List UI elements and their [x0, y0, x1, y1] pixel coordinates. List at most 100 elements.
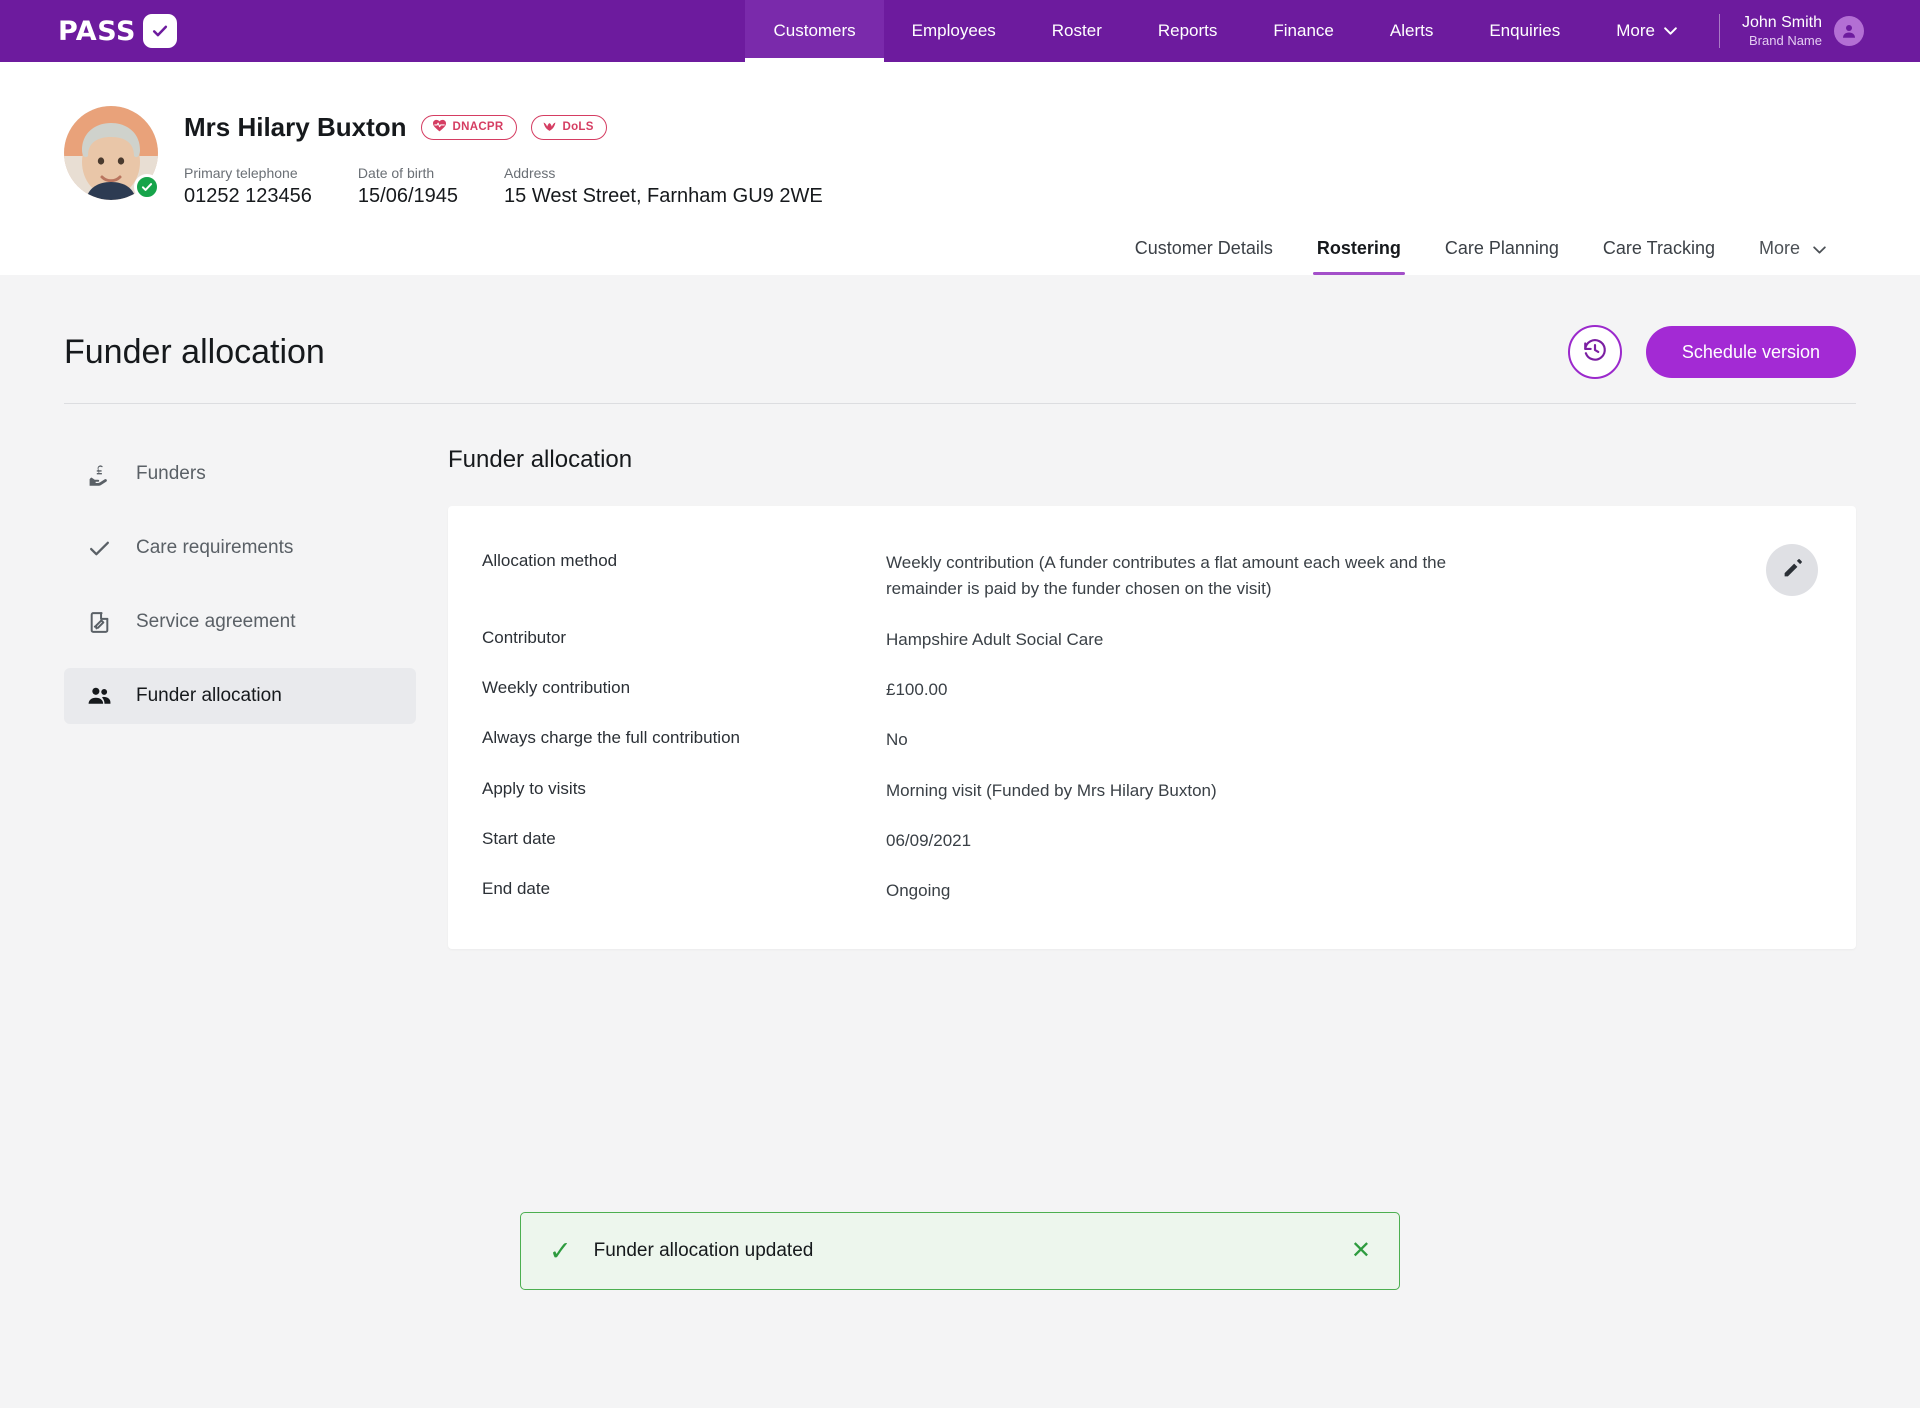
- check-icon: ✓: [549, 1235, 572, 1266]
- detail-label: Start date: [482, 829, 556, 849]
- nav-item-label: Employees: [911, 21, 996, 40]
- nav-item-label: Alerts: [1389, 21, 1434, 40]
- pencil-icon: [1782, 558, 1803, 582]
- detail-value: £100.00: [886, 680, 948, 700]
- content-area: Funders Care requirements Service agreem…: [64, 404, 1856, 949]
- page-header: Funder allocation Schedule version: [64, 275, 1856, 404]
- sidebar-item-service-agreement[interactable]: Service agreement: [64, 594, 416, 650]
- detail-value: 06/09/2021: [886, 831, 972, 851]
- tab-label: More: [1758, 238, 1800, 258]
- nav-item-label: Roster: [1051, 21, 1102, 40]
- close-icon[interactable]: ✕: [1351, 1239, 1371, 1263]
- detail-label: Weekly contribution: [482, 678, 631, 698]
- customer-header: Mrs Hilary Buxton DNACPR DoLS Primary te: [0, 62, 1920, 275]
- sidebar-item-label: Funders: [136, 463, 206, 484]
- tab-customer-details[interactable]: Customer Details: [1113, 226, 1295, 275]
- nav-item-more[interactable]: More: [1588, 0, 1705, 62]
- customer-info: Mrs Hilary Buxton DNACPR DoLS Primary te: [184, 106, 823, 208]
- user-avatar-icon: [1834, 16, 1864, 46]
- chevron-down-icon: [1664, 24, 1677, 38]
- detail-label: Contributor: [482, 627, 567, 647]
- tab-label: Care Tracking: [1602, 238, 1715, 258]
- sidebar-item-label: Service agreement: [136, 611, 296, 632]
- status-badge-label: DoLS: [562, 121, 594, 133]
- page-body: Funder allocation Schedule version Funde…: [0, 275, 1920, 949]
- meta-label: Primary telephone: [184, 165, 298, 181]
- edit-button[interactable]: [1766, 544, 1818, 596]
- status-badge-label: DNACPR: [452, 121, 504, 133]
- detail-value: Hampshire Adult Social Care: [886, 629, 1104, 649]
- toast-message: Funder allocation updated: [593, 1240, 814, 1261]
- toast-container: ✓ Funder allocation updated ✕: [0, 1212, 1920, 1290]
- customer-meta-row: Primary telephone 01252 123456 Date of b…: [184, 165, 823, 208]
- detail-label: End date: [482, 879, 551, 899]
- nav-item-customers[interactable]: Customers: [745, 0, 884, 62]
- detail-value: Weekly contribution (A funder contribute…: [886, 553, 1447, 599]
- page-title: Mrs Hilary Buxton: [184, 112, 407, 142]
- detail-label: Always charge the full contribution: [482, 728, 740, 748]
- detail-row-contributor: Contributor Hampshire Adult Social Care: [448, 627, 1856, 653]
- nav-item-employees[interactable]: Employees: [884, 0, 1024, 62]
- main-panel: Funder allocation Allocation method Week…: [448, 446, 1856, 949]
- sidebar-item-label: Care requirements: [136, 537, 294, 558]
- meta-primary-telephone: Primary telephone 01252 123456: [184, 165, 312, 208]
- detail-label: Allocation method: [482, 551, 618, 570]
- tab-label: Customer Details: [1134, 238, 1273, 258]
- history-button[interactable]: [1567, 325, 1622, 379]
- page-actions: Schedule version: [1567, 325, 1856, 379]
- success-toast: ✓ Funder allocation updated ✕: [520, 1212, 1400, 1290]
- detail-value: Morning visit (Funded by Mrs Hilary Buxt…: [886, 780, 1217, 800]
- tab-rostering[interactable]: Rostering: [1295, 226, 1423, 275]
- check-icon: [142, 14, 177, 48]
- sidebar-item-care-requirements[interactable]: Care requirements: [64, 520, 416, 576]
- user-brand-name: Brand Name: [1749, 32, 1822, 48]
- customer-tab-bar: Customer Details Rostering Care Planning…: [64, 226, 1856, 275]
- history-clock-icon: [1582, 337, 1608, 368]
- sidebar-item-funders[interactable]: Funders: [64, 446, 416, 502]
- document-edit-icon: [86, 609, 112, 635]
- nav-item-roster[interactable]: Roster: [1024, 0, 1130, 62]
- nav-item-list: Customers Employees Roster Reports Finan…: [745, 0, 1704, 62]
- nav-item-alerts[interactable]: Alerts: [1362, 0, 1461, 62]
- section-sidebar: Funders Care requirements Service agreem…: [64, 446, 416, 949]
- tab-label: Care Planning: [1444, 238, 1559, 258]
- pound-hand-icon: [86, 461, 112, 487]
- people-icon: [86, 683, 112, 709]
- nav-item-reports[interactable]: Reports: [1130, 0, 1246, 62]
- meta-value: 15 West Street, Farnham GU9 2WE: [504, 185, 823, 207]
- nav-item-enquiries[interactable]: Enquiries: [1461, 0, 1588, 62]
- detail-label: Apply to visits: [482, 778, 586, 798]
- card-heading: Funder allocation: [448, 446, 633, 473]
- app-logo[interactable]: PASS: [0, 0, 197, 62]
- tab-more[interactable]: More: [1737, 226, 1848, 275]
- detail-value: Ongoing: [886, 881, 951, 901]
- nav-item-label: Enquiries: [1489, 21, 1561, 40]
- sidebar-item-funder-allocation[interactable]: Funder allocation: [64, 668, 416, 724]
- nav-item-finance[interactable]: Finance: [1245, 0, 1361, 62]
- tab-label: Rostering: [1316, 238, 1401, 258]
- check-icon: [86, 535, 112, 561]
- status-badge-dols[interactable]: DoLS: [530, 115, 607, 140]
- detail-value: No: [886, 730, 908, 750]
- nav-item-label: More: [1616, 21, 1655, 40]
- meta-value: 01252 123456: [184, 185, 312, 207]
- detail-row-start-date: Start date 06/09/2021: [448, 828, 1856, 854]
- schedule-version-button[interactable]: Schedule version: [1645, 326, 1856, 378]
- tab-care-planning[interactable]: Care Planning: [1423, 226, 1581, 275]
- meta-address: Address 15 West Street, Farnham GU9 2WE: [504, 165, 823, 208]
- avatar[interactable]: [64, 106, 160, 200]
- meta-value: 15/06/1945: [357, 185, 459, 207]
- bird-icon: [542, 119, 557, 135]
- nav-item-label: Finance: [1273, 21, 1334, 40]
- funder-allocation-card: Allocation method Weekly contribution (A…: [448, 506, 1856, 949]
- sidebar-item-label: Funder allocation: [136, 685, 282, 706]
- verified-check-icon: [134, 174, 160, 200]
- detail-row-end-date: End date Ongoing: [448, 878, 1856, 904]
- tab-care-tracking[interactable]: Care Tracking: [1581, 226, 1737, 275]
- detail-row-allocation-method: Allocation method Weekly contribution (A…: [448, 550, 1856, 603]
- top-navigation-bar: PASS Customers Employees Roster Reports …: [0, 0, 1920, 62]
- user-identity: John Smith Brand Name: [1742, 13, 1822, 49]
- user-menu[interactable]: John Smith Brand Name: [1720, 0, 1920, 62]
- status-badge-dnacpr[interactable]: DNACPR: [420, 115, 517, 140]
